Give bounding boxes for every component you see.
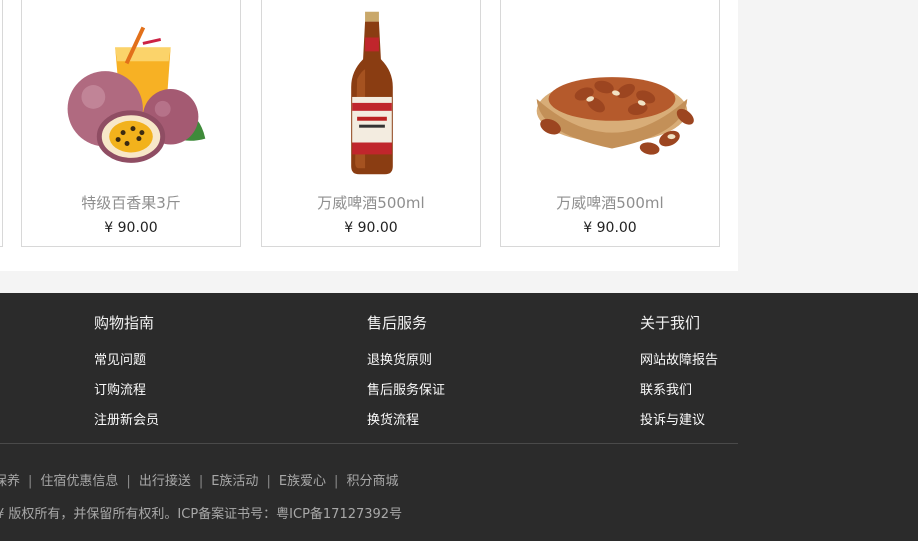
bottom-link[interactable]: E族活动 (211, 474, 258, 489)
footer-link[interactable]: 网站故障报告 (640, 349, 718, 368)
footer-column-title: 购物指南 (94, 314, 155, 332)
product-price: ¥ 90.00 (344, 220, 398, 236)
link-separator: | (28, 474, 33, 489)
bottom-link[interactable]: 积分商城 (346, 474, 398, 489)
product-card[interactable]: 万威啤酒500ml ¥ 90.00 (261, 0, 481, 247)
site-footer: 购物指南 常见问题 订购流程 注册新会员 售后服务 退换货原则 售后服务保证 换… (0, 293, 918, 541)
product-card[interactable]: 万威啤酒500ml ¥ 90.00 (500, 0, 720, 247)
footer-column-title: 关于我们 (640, 314, 701, 332)
product-name[interactable]: 特级百香果3斤 (22, 192, 240, 213)
footer-link[interactable]: 联系我们 (640, 379, 692, 398)
footer-link[interactable]: 换货流程 (367, 409, 419, 428)
product-list-panel: 特级百香果3斤 ¥ 90.00 万威啤酒500ml ¥ 90.00 万威啤酒50… (0, 0, 738, 271)
partial-product-card[interactable] (0, 0, 3, 247)
bottom-link[interactable]: 出行接送 (139, 474, 191, 489)
footer-bottom-links: 保养 | 住宿优惠信息 | 出行接送 | E族活动 | E族爱心 | 积分商城 (0, 470, 398, 489)
pine-nuts-image[interactable] (501, 0, 719, 184)
link-separator: | (198, 474, 204, 489)
footer-link[interactable]: 售后服务保证 (367, 379, 445, 398)
footer-column-title: 售后服务 (367, 314, 428, 332)
bottom-link[interactable]: 住宿优惠信息 (40, 474, 118, 489)
footer-divider (0, 443, 738, 444)
copyright-text: ¥ 版权所有，并保留所有权利。ICP备案证书号：粤ICP备17127392号 (0, 507, 403, 522)
footer-link[interactable]: 退换货原则 (367, 349, 432, 368)
bottom-link[interactable]: 保养 (0, 474, 20, 489)
footer-link[interactable]: 投诉与建议 (640, 409, 705, 428)
link-separator: | (266, 474, 271, 489)
product-card[interactable]: 特级百香果3斤 ¥ 90.00 (21, 0, 241, 247)
bottom-link[interactable]: E族爱心 (279, 474, 326, 489)
footer-link[interactable]: 注册新会员 (94, 409, 159, 428)
beer-bottle-image[interactable] (262, 0, 480, 184)
product-name[interactable]: 万威啤酒500ml (262, 192, 480, 213)
link-separator: | (126, 474, 131, 489)
footer-link[interactable]: 订购流程 (94, 379, 146, 398)
link-separator: | (334, 474, 339, 489)
product-price: ¥ 90.00 (104, 220, 158, 236)
product-name[interactable]: 万威啤酒500ml (501, 192, 719, 213)
product-price: ¥ 90.00 (583, 220, 637, 236)
footer-link[interactable]: 常见问题 (94, 349, 146, 368)
passion-fruit-image[interactable] (22, 0, 240, 184)
